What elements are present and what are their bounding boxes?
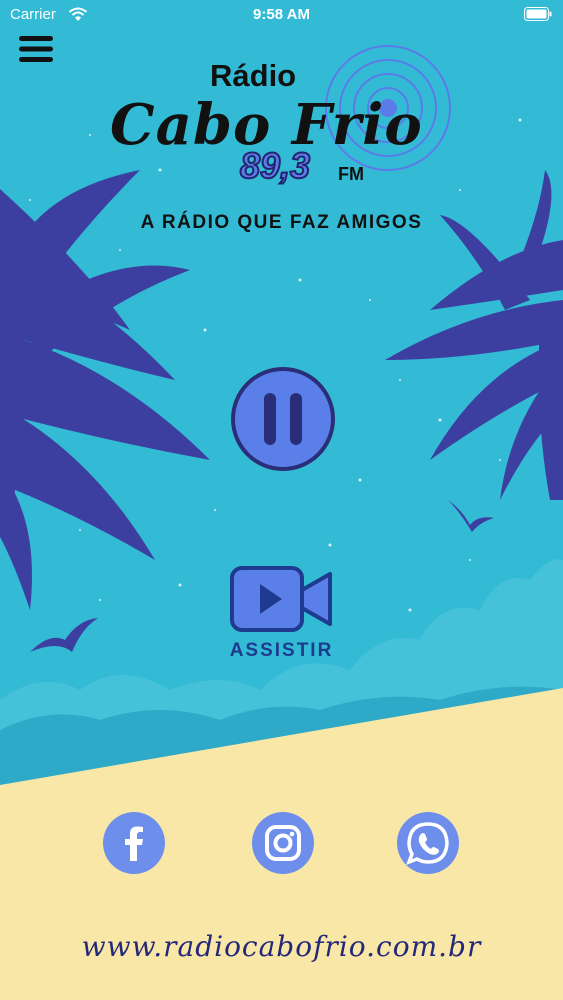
watch-video-button[interactable]: [230, 566, 334, 632]
logo-fm-label: FM: [338, 164, 364, 184]
logo-frequency: 89,3: [239, 144, 311, 187]
app-screen: Carrier 9:58 AM Rádio Cabo Frio 89,3 FM …: [0, 0, 563, 1000]
logo-radio-text: Rádio: [210, 58, 297, 93]
pause-icon: [231, 367, 335, 471]
whatsapp-button[interactable]: [397, 812, 459, 874]
whatsapp-icon: [406, 822, 449, 865]
battery-icon: [524, 7, 552, 21]
status-bar: Carrier 9:58 AM: [0, 0, 563, 30]
instagram-icon: [265, 825, 301, 861]
instagram-button[interactable]: [252, 812, 314, 874]
pause-button[interactable]: [230, 366, 336, 472]
status-time: 9:58 AM: [253, 6, 310, 23]
facebook-button[interactable]: [103, 812, 165, 874]
website-url[interactable]: www.radiocabofrio.com.br: [0, 930, 563, 963]
slogan: A RÁDIO QUE FAZ AMIGOS: [140, 212, 423, 233]
video-camera-icon: [230, 566, 332, 632]
facebook-icon: [125, 826, 143, 861]
hamburger-menu-icon[interactable]: [19, 36, 53, 62]
watch-video-label[interactable]: ASSISTIR: [0, 640, 563, 662]
bird-right: [448, 500, 494, 532]
left-palm-tree: [0, 170, 210, 610]
